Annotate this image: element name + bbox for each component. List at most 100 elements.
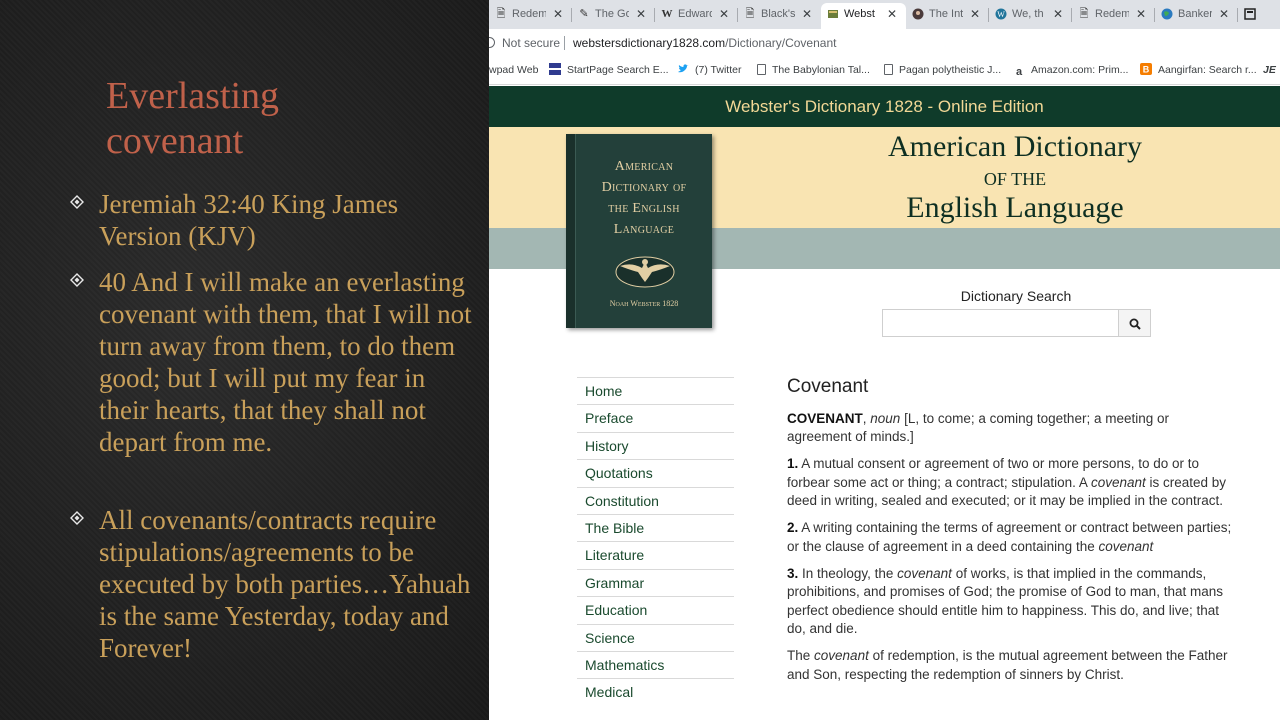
close-tab-icon[interactable]: ✕	[970, 3, 980, 25]
wordpress-icon: W	[995, 8, 1007, 20]
book-title-line: American	[614, 159, 674, 174]
newspaper-icon	[1244, 8, 1256, 20]
bookmark-label: The Babylonian Tal...	[772, 64, 870, 76]
bookmark-label: Amazon.com: Prim...	[1031, 64, 1129, 76]
entry-headline: COVENANT, noun [L, to come; a coming tog…	[787, 410, 1169, 445]
close-tab-icon[interactable]: ✕	[553, 3, 563, 25]
search-label: Dictionary Search	[960, 288, 1072, 304]
entry-definition: 2. A writing containing the terms of agr…	[787, 519, 1237, 556]
browser-tab[interactable]: ✎ The Go ✕	[572, 3, 655, 29]
nav-item-the-bible[interactable]: The Bible	[577, 513, 734, 541]
nav-item-home[interactable]: Home	[577, 377, 734, 404]
slide-title: Everlasting covenant	[106, 74, 466, 164]
bookmark-item[interactable]: (7) Twitter	[677, 57, 741, 84]
security-status[interactable]: Not secure	[502, 29, 560, 57]
close-tab-icon[interactable]: ✕	[887, 3, 897, 25]
site-title-line3: English Language	[906, 191, 1124, 224]
close-tab-icon[interactable]: ✕	[1053, 3, 1063, 25]
bookmarks-bar: wpad Web StartPage Search E... (7) Twitt…	[489, 57, 1280, 85]
document-icon	[757, 64, 766, 75]
bookmark-item[interactable]: The Babylonian Tal...	[757, 57, 870, 84]
book-title-line: Language	[613, 222, 675, 237]
bookmark-item[interactable]: a Amazon.com: Prim...	[1013, 57, 1129, 84]
browser-tab[interactable]: The Int ✕	[906, 3, 989, 29]
svg-text:B: B	[1143, 65, 1150, 75]
browser-tab[interactable]: 🗎 Redem ✕	[1072, 3, 1155, 29]
slide-bullet-text: Jeremiah 32:40 King James Version (KJV)	[99, 189, 399, 251]
document-icon: 🗎	[496, 8, 506, 20]
nav-item-grammar[interactable]: Grammar	[577, 568, 734, 596]
diamond-bullet-icon	[70, 195, 84, 209]
book-icon	[827, 8, 839, 20]
browser-tab-active[interactable]: Webst ✕	[821, 3, 906, 29]
bookmark-item[interactable]: JE	[1263, 57, 1276, 84]
nav-item-mathematics[interactable]: Mathematics	[577, 650, 734, 678]
close-tab-icon[interactable]: ✕	[636, 3, 646, 25]
bookmark-item[interactable]: wpad Web	[489, 57, 538, 84]
nav-item-history[interactable]: History	[577, 431, 734, 459]
browser-window: 🗎 Redem ✕ ✎ The Go ✕ W Edward ✕ 🗎 Black'…	[489, 0, 1280, 720]
tab-label: Banker	[1178, 8, 1212, 20]
browser-tab[interactable]	[1238, 3, 1280, 29]
bookmark-item[interactable]: Pagan polytheistic J...	[884, 57, 1001, 84]
browser-tab[interactable]: Banker ✕	[1155, 3, 1238, 29]
bookmark-label: StartPage Search E...	[567, 64, 669, 76]
tab-label: We, th	[1012, 8, 1044, 20]
definition-number: 1.	[787, 456, 799, 471]
web-page: Webster's Dictionary 1828 - Online Editi…	[489, 86, 1280, 720]
globe-icon	[1161, 8, 1173, 20]
nav-item-quotations[interactable]: Quotations	[577, 459, 734, 486]
close-tab-icon[interactable]: ✕	[1136, 3, 1146, 25]
eagle-emblem-icon	[615, 256, 675, 288]
tab-label: Webst	[844, 8, 875, 20]
entry-headword: COVENANT	[787, 410, 863, 426]
book-title-line: the English	[608, 201, 680, 216]
search-button[interactable]	[1118, 309, 1151, 337]
entry-definition: 1. A mutual consent or agreement of two …	[787, 455, 1237, 511]
close-tab-icon[interactable]: ✕	[1219, 3, 1229, 25]
browser-tab[interactable]: 🗎 Redem ✕	[489, 3, 572, 29]
entry-word-heading: Covenant	[787, 376, 869, 397]
definition-text: A writing containing the terms of agreem…	[787, 520, 1232, 554]
nav-item-literature[interactable]: Literature	[577, 541, 734, 568]
bookmark-label: (7) Twitter	[695, 64, 742, 76]
entry-definition: The covenant of redemption, is the mutua…	[787, 647, 1237, 684]
browser-tab[interactable]: 🗎 Black's ✕	[738, 3, 821, 29]
nav-item-constitution[interactable]: Constitution	[577, 486, 734, 514]
startpage-icon	[549, 63, 561, 75]
definition-text: The	[787, 648, 811, 663]
nav-item-preface[interactable]: Preface	[577, 404, 734, 431]
dictionary-search-input[interactable]	[882, 309, 1119, 337]
nav-item-science[interactable]: Science	[577, 623, 734, 651]
definition-italic: covenant	[897, 565, 952, 581]
url-text[interactable]: webstersdictionary1828.com/Dictionary/Co…	[573, 29, 836, 57]
close-tab-icon[interactable]: ✕	[802, 3, 812, 25]
close-tab-icon[interactable]: ✕	[719, 3, 729, 25]
bookmark-item[interactable]: StartPage Search E...	[549, 57, 669, 84]
url-path: /Dictionary/Covenant	[725, 36, 837, 50]
svg-text:W: W	[997, 10, 1005, 19]
wikipedia-icon: W	[661, 8, 673, 20]
browser-tab[interactable]: W Edward ✕	[655, 3, 738, 29]
definition-italic: covenant	[1098, 538, 1154, 554]
info-icon[interactable]	[489, 37, 495, 48]
document-icon: 🗎	[1079, 8, 1089, 20]
definition-italic: covenant	[814, 648, 869, 663]
tab-label: Redem	[512, 8, 546, 20]
book-title-line: Dictionary of	[601, 180, 687, 195]
nav-item-medical[interactable]: Medical	[577, 678, 734, 705]
book-spine	[566, 134, 576, 328]
slide-bullet-text: 40 And I will make an everlasting covena…	[99, 267, 472, 457]
bookmark-item[interactable]: B Aangirfan: Search r...	[1140, 57, 1257, 84]
document-icon: 🗎	[745, 8, 755, 20]
nav-item-education[interactable]: Education	[577, 596, 734, 623]
search-icon	[1129, 318, 1141, 330]
site-title-line2: OF THE	[983, 169, 1047, 189]
site-navigation: Home Preface History Quotations Constitu…	[577, 377, 734, 706]
definition-text: In theology, the	[802, 565, 894, 581]
dictionary-book-cover[interactable]: American Dictionary of the English Langu…	[566, 134, 712, 328]
presentation-slide: Everlasting covenant Jeremiah 32:40 King…	[0, 0, 489, 720]
browser-tab[interactable]: W We, th ✕	[989, 3, 1072, 29]
amazon-icon: a	[1015, 66, 1023, 78]
address-bar[interactable]: Not secure webstersdictionary1828.com/Di…	[489, 29, 1280, 57]
